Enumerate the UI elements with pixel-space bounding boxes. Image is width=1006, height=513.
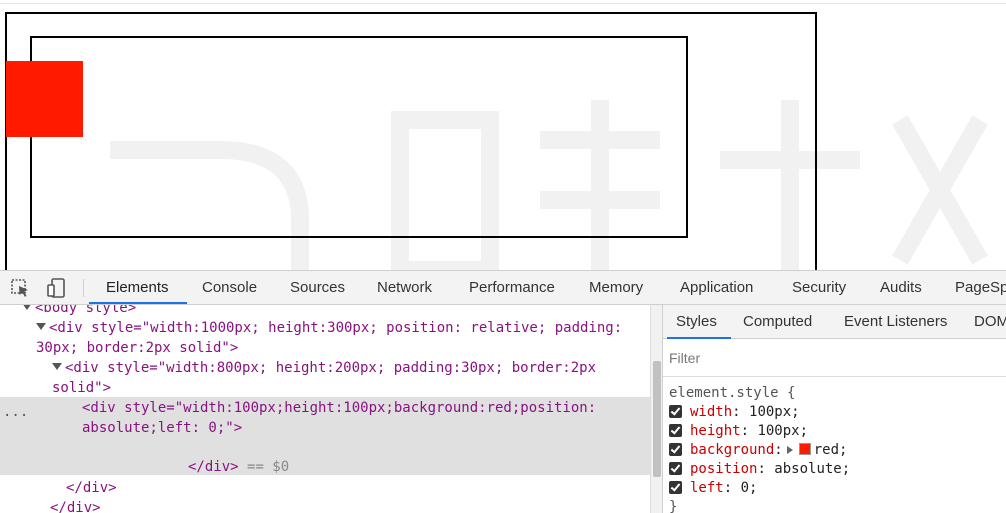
page-viewport <box>0 0 1006 270</box>
tab-pagespeed[interactable]: PageSp <box>955 271 1006 304</box>
tab-styles[interactable]: Styles <box>676 305 717 339</box>
dom-node-inner-div-line1[interactable]: <div style="width:800px; height:200px; p… <box>52 358 596 378</box>
dom-node-outer-div-close: </div> <box>50 500 101 513</box>
viewport-top-divider <box>0 3 1006 4</box>
tab-security[interactable]: Security <box>792 271 846 304</box>
dom-node-red-div-line1[interactable]: <div style="width:100px;height:100px;bac… <box>82 398 596 418</box>
tab-performance[interactable]: Performance <box>469 271 555 304</box>
tab-elements[interactable]: Elements <box>106 271 169 304</box>
prop-checkbox[interactable] <box>669 424 682 437</box>
devtools-toolbar: Elements Console Sources Network Perform… <box>0 271 1006 305</box>
inner-padded-div[interactable] <box>30 36 688 238</box>
prop-checkbox[interactable] <box>669 405 682 418</box>
devtools-panel: Elements Console Sources Network Perform… <box>0 270 1006 513</box>
collapse-arrow-icon[interactable] <box>36 323 46 330</box>
expand-triangle-icon[interactable] <box>786 446 793 454</box>
tab-sources[interactable]: Sources <box>290 271 345 304</box>
styles-tab-bar: Styles Computed Event Listeners DOM <box>663 305 1006 339</box>
tab-event-listeners[interactable]: Event Listeners <box>844 305 947 339</box>
style-prop-position[interactable]: position: absolute; <box>669 460 850 479</box>
node-actions-dots[interactable]: ... <box>3 402 28 422</box>
toolbar-separator <box>83 279 84 297</box>
prop-checkbox[interactable] <box>669 481 682 494</box>
selected-node-marker: == $0 <box>247 459 290 475</box>
styles-sidebar: Styles Computed Event Listeners DOM elem… <box>662 305 1006 513</box>
styles-filter-row <box>663 339 1006 377</box>
prop-checkbox[interactable] <box>669 443 682 456</box>
dom-node-red-div-close: </div> == $0 <box>188 459 290 475</box>
dom-node-inner-div-line2: solid"> <box>52 380 112 396</box>
style-prop-background[interactable]: background: red; <box>669 441 847 460</box>
tab-memory[interactable]: Memory <box>589 271 643 304</box>
dom-node-outer-div-line1[interactable]: <div style="width:1000px; height:300px; … <box>36 318 622 338</box>
style-prop-height[interactable]: height: 100px; <box>669 422 808 441</box>
collapse-arrow-icon[interactable] <box>22 305 32 310</box>
inspect-element-icon[interactable] <box>10 278 32 298</box>
dom-node-inner-div-close: </div> <box>66 480 117 496</box>
tab-network[interactable]: Network <box>377 271 432 304</box>
active-tab-indicator <box>89 302 187 304</box>
red-absolute-box[interactable] <box>6 61 83 137</box>
tab-dom-breakpoints[interactable]: DOM <box>974 305 1006 339</box>
dom-node-red-div-line2: absolute;left: 0;"> <box>82 420 243 436</box>
elements-dom-tree: <body style> <div style="width:1000px; h… <box>0 305 660 513</box>
elements-scrollbar-thumb[interactable] <box>653 361 661 477</box>
rule-closing-brace: } <box>669 499 678 513</box>
dom-node-body[interactable]: <body style> <box>22 305 136 318</box>
dom-node-outer-div-line2: 30px; border:2px solid"> <box>36 340 239 356</box>
tab-audits[interactable]: Audits <box>880 271 922 304</box>
styles-filter-input[interactable] <box>669 347 989 369</box>
elements-scrollbar[interactable] <box>650 305 662 513</box>
style-prop-width[interactable]: width: 100px; <box>669 403 800 422</box>
prop-checkbox[interactable] <box>669 462 682 475</box>
tab-console[interactable]: Console <box>202 271 257 304</box>
color-swatch-icon[interactable] <box>798 443 811 455</box>
rule-selector: element.style { <box>669 385 796 401</box>
tab-application[interactable]: Application <box>680 271 753 304</box>
collapse-arrow-icon[interactable] <box>52 363 62 370</box>
style-prop-left[interactable]: left: 0; <box>669 479 757 498</box>
tab-computed[interactable]: Computed <box>743 305 812 339</box>
device-toolbar-icon[interactable] <box>46 278 68 298</box>
